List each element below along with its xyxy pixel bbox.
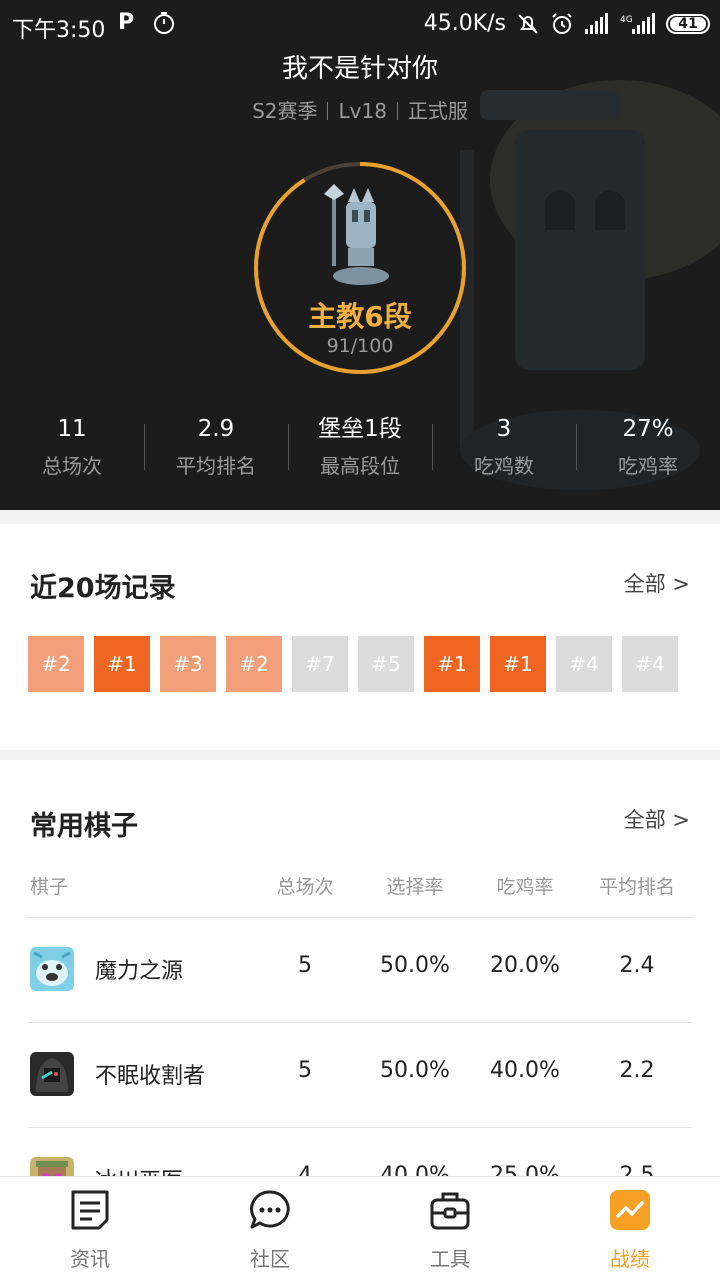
- place-badge[interactable]: #7: [292, 636, 348, 692]
- place-badge[interactable]: #1: [424, 636, 480, 692]
- piece-avg-rank: 2.2: [619, 1058, 655, 1083]
- stat-value: 2.9: [197, 416, 235, 442]
- piece-name: 不眠收割者: [95, 1064, 206, 1089]
- piece-games: 5: [298, 1058, 312, 1083]
- stat-label: 吃鸡数: [474, 454, 534, 478]
- status-time: 下午3:50: [12, 18, 106, 43]
- status-bar: 下午3:50 P 45.0K/s 4G 41: [0, 0, 720, 50]
- piece-name: 魔力之源: [95, 959, 184, 984]
- profile-header: 下午3:50 P 45.0K/s 4G 41 我不是针对你 S2赛季 Lv18 正式…: [0, 0, 720, 510]
- piece-games: 5: [298, 953, 312, 978]
- header-pick-rate: 选择率: [386, 876, 444, 898]
- p-icon: P: [118, 10, 135, 35]
- place-badge[interactable]: #5: [358, 636, 414, 692]
- table-row[interactable]: 不眠收割者 5 50.0% 40.0% 2.2: [0, 1022, 720, 1127]
- place-badge[interactable]: #4: [622, 636, 678, 692]
- common-pieces-title: 常用棋子: [30, 811, 138, 842]
- recent-matches-section: 近20场记录 全部 > #2 #1 #3 #2 #7 #5 #1 #1 #4 #…: [0, 524, 720, 750]
- toolbox-icon: [430, 1192, 470, 1230]
- season-label: S2赛季: [252, 99, 318, 123]
- news-icon: [71, 1190, 109, 1230]
- rank-title: 主教6段: [308, 300, 412, 333]
- nav-item-tools[interactable]: 工具: [360, 1177, 540, 1280]
- header-avg-rank: 平均排名: [598, 876, 675, 898]
- table-row[interactable]: 魔力之源 5 50.0% 20.0% 2.4: [0, 917, 720, 1022]
- rank-points: 91/100: [326, 335, 394, 357]
- place-badge[interactable]: #1: [94, 636, 150, 692]
- timer-icon: [154, 12, 174, 34]
- common-pieces-section: 常用棋子 全部 > 棋子 总场次 选择率 吃鸡率 平均排名 魔力之源 5 50.…: [0, 760, 720, 1180]
- header-games: 总场次: [276, 876, 334, 898]
- bishop-rank-icon: [324, 184, 389, 285]
- stat-total-games: 11 总场次: [0, 412, 144, 479]
- place-badge[interactable]: #1: [490, 636, 546, 692]
- stat-value: 堡垒1段: [318, 416, 402, 442]
- nav-item-news[interactable]: 资讯: [0, 1177, 180, 1280]
- nav-label: 工具: [430, 1247, 470, 1271]
- bottom-nav: 资讯 社区 工具 战绩: [0, 1176, 720, 1280]
- stats-chart-icon: [610, 1190, 650, 1230]
- header-win-rate: 吃鸡率: [496, 876, 554, 898]
- alarm-icon: [552, 12, 572, 34]
- piece-pick-rate: 50.0%: [380, 953, 450, 978]
- stat-value: 3: [496, 416, 512, 442]
- chat-bubble-icon: [250, 1190, 290, 1229]
- player-meta: S2赛季 Lv18 正式服: [0, 95, 720, 124]
- bear-avatar: [30, 947, 74, 991]
- header-piece: 棋子: [30, 876, 69, 898]
- piece-avg-rank: 2.4: [619, 953, 655, 978]
- nav-item-records[interactable]: 战绩: [540, 1177, 720, 1280]
- nav-label: 社区: [250, 1247, 290, 1271]
- nav-label: 战绩: [610, 1247, 650, 1271]
- place-badge[interactable]: #3: [160, 636, 216, 692]
- piece-pick-rate: 50.0%: [380, 1058, 450, 1083]
- signal-4g-icon: 4G: [620, 12, 655, 34]
- table-row[interactable]: 冰川巫医 4 40.0% 25.0% 2.5: [0, 1127, 720, 1180]
- battery-icon: 41: [666, 13, 710, 34]
- nav-label: 资讯: [70, 1247, 110, 1271]
- signal-icon: [585, 12, 608, 34]
- server-label: 正式服: [407, 99, 468, 123]
- stat-highest-rank: 堡垒1段 最高段位: [288, 412, 432, 479]
- stat-win-rate: 27% 吃鸡率: [576, 412, 720, 479]
- reaper-avatar: [30, 1052, 74, 1096]
- nav-item-community[interactable]: 社区: [180, 1177, 360, 1280]
- common-pieces-all-link[interactable]: 全部 >: [624, 804, 690, 834]
- place-badge[interactable]: #4: [556, 636, 612, 692]
- stat-value: 27%: [622, 416, 674, 442]
- stats-row: 11 总场次 2.9 平均排名 堡垒1段 最高段位 3 吃鸡数 27% 吃鸡率: [0, 412, 720, 479]
- piece-win-rate: 40.0%: [490, 1058, 560, 1083]
- stat-label: 总场次: [42, 454, 102, 478]
- recent-places-list: #2 #1 #3 #2 #7 #5 #1 #1 #4 #4: [28, 636, 678, 692]
- stat-label: 吃鸡率: [618, 454, 678, 478]
- stat-average-rank: 2.9 平均排名: [144, 412, 288, 479]
- pieces-table-header: 棋子 总场次 选择率 吃鸡率 平均排名: [0, 872, 720, 916]
- piece-win-rate: 20.0%: [490, 953, 560, 978]
- stat-wins: 3 吃鸡数: [432, 412, 576, 479]
- svg-text:4G: 4G: [620, 15, 633, 25]
- mute-icon: [518, 13, 538, 34]
- stat-label: 平均排名: [176, 454, 256, 478]
- player-name: 我不是针对你: [281, 54, 438, 84]
- level-label: Lv18: [338, 99, 387, 123]
- place-badge[interactable]: #2: [226, 636, 282, 692]
- stat-label: 最高段位: [320, 454, 400, 478]
- recent-matches-all-link[interactable]: 全部 >: [624, 568, 690, 598]
- recent-matches-title: 近20场记录: [30, 573, 176, 604]
- place-badge[interactable]: #2: [28, 636, 84, 692]
- network-speed: 45.0K/s: [423, 11, 506, 36]
- battery-level: 41: [670, 16, 706, 31]
- stat-value: 11: [57, 416, 87, 442]
